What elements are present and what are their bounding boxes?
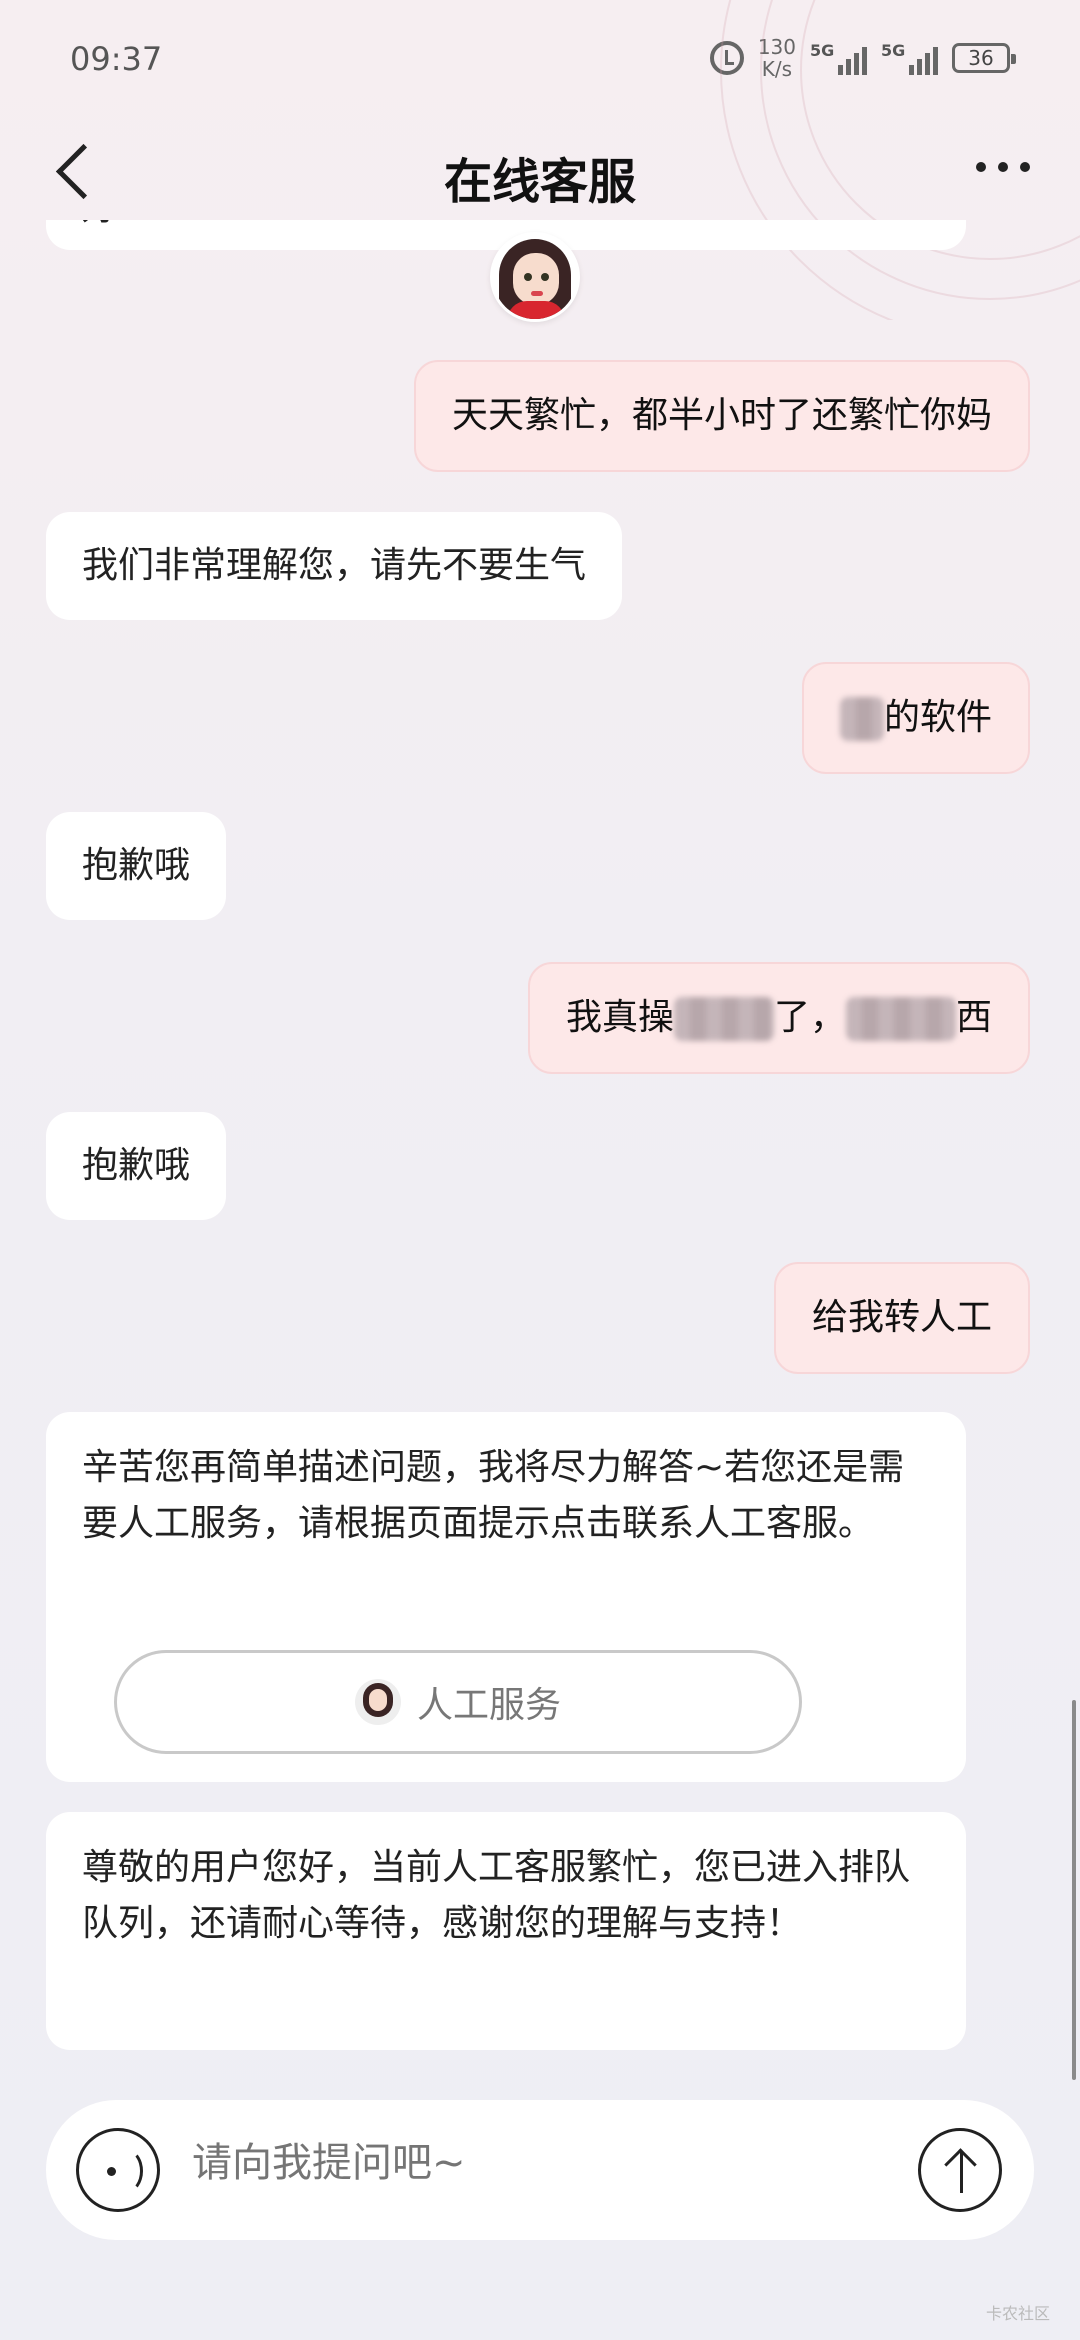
status-icons: 130 K/s 5G 5G 36 [709, 36, 1016, 80]
signal-label-2: 5G [881, 41, 906, 60]
message-text: 好! [82, 220, 132, 228]
user-message: 我真操 了， 西 [527, 962, 1030, 1074]
redacted-text [839, 697, 884, 741]
status-bar: 09:37 130 K/s 5G 5G 36 [0, 0, 1080, 120]
human-service-button[interactable]: 人工服务 [114, 1650, 802, 1754]
network-speed-unit: K/s [761, 57, 793, 81]
watermark: 卡农社区 [985, 2304, 1050, 2323]
message-text: 给我转人工 [811, 1297, 992, 1338]
signal-icon: 5G [810, 41, 867, 75]
bot-message: 抱歉哦 [46, 1112, 227, 1220]
bot-message: 尊敬的用户您好，当前人工客服繁忙，您已进入排队队列，还请耐心等待，感谢您的理解与… [46, 1812, 966, 2050]
message-text: 西 [955, 997, 992, 1038]
signal-label: 5G [810, 41, 835, 60]
message-text: 了， [773, 997, 846, 1038]
send-arrow-icon[interactable] [918, 2128, 1002, 2212]
page-title: 在线客服 [443, 154, 636, 210]
network-speed-value: 130 [757, 35, 796, 59]
message-text: 尊敬的用户您好，当前人工客服繁忙，您已进入排队队列，还请耐心等待，感谢您的理解与… [82, 1847, 911, 1944]
input-bar [46, 2100, 1034, 2240]
voice-icon[interactable] [76, 2128, 160, 2212]
assistant-avatar [490, 232, 590, 332]
nav-bar: 在线客服 [0, 120, 1080, 220]
alarm-icon [709, 41, 744, 75]
signal-icon-2: 5G [881, 41, 938, 75]
bot-message: 我们非常理解您，请先不要生气 [46, 512, 623, 620]
human-service-label: 人工服务 [416, 1685, 561, 1726]
status-time: 09:37 [70, 40, 163, 78]
message-text: 辛苦您再简单描述问题，我将尽力解答~若您还是需要人工服务，请根据页面提示点击联系… [82, 1447, 905, 1544]
redacted-text [845, 997, 956, 1041]
scrollbar[interactable] [1072, 1700, 1076, 2080]
redacted-text [673, 997, 774, 1041]
more-icon[interactable] [976, 162, 1030, 172]
network-speed: 130 K/s [758, 36, 796, 80]
message-text: 抱歉哦 [82, 845, 191, 886]
message-input[interactable] [192, 2140, 892, 2186]
battery-icon: 36 [952, 43, 1016, 73]
user-message: 给我转人工 [773, 1262, 1030, 1374]
chat-area[interactable]: 好! 天天繁忙，都半小时了还繁忙你妈 我们非常理解您，请先不要生气 的软件 抱歉… [0, 220, 1080, 2090]
message-text: 抱歉哦 [82, 1145, 191, 1186]
message-text: 的软件 [883, 697, 992, 738]
user-message: 的软件 [801, 662, 1030, 774]
message-text: 我真操 [565, 997, 674, 1038]
message-text: 我们非常理解您，请先不要生气 [82, 545, 587, 586]
bot-message: 抱歉哦 [46, 812, 227, 920]
user-message: 天天繁忙，都半小时了还繁忙你妈 [413, 360, 1030, 472]
assistant-avatar-icon [354, 1679, 401, 1725]
message-text: 天天繁忙，都半小时了还繁忙你妈 [451, 395, 992, 436]
